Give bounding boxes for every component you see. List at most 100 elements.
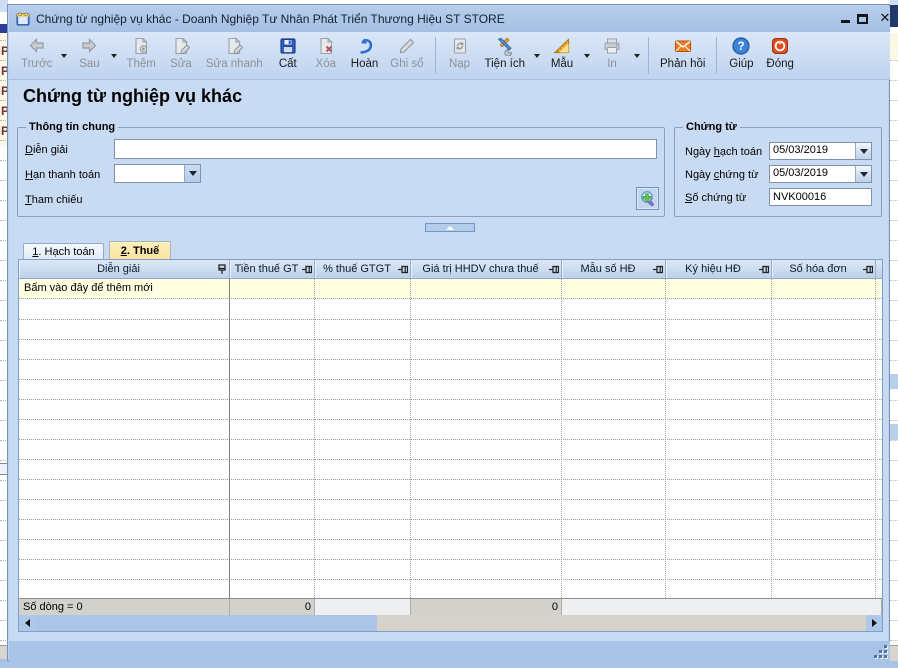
summary-row-count: Số dòng = 0 [19, 599, 230, 616]
reference-label: Tham chiếu [25, 194, 83, 206]
document-group-title: Chứng từ [683, 121, 740, 133]
column-header-6[interactable]: Ký hiệu HĐ [666, 260, 772, 278]
toolbar-button-label: Ghi sổ [390, 58, 423, 70]
chevron-down-icon [860, 172, 868, 177]
toolbar-separator [648, 37, 649, 74]
window-icon [15, 11, 31, 27]
chevron-down-icon [634, 54, 640, 58]
column-header-4[interactable]: Giá trị HHDV chưa thuế [411, 260, 562, 278]
column-header-5[interactable]: Mẫu số HĐ [562, 260, 666, 278]
toolbar-button-phan-hoi[interactable]: Phản hồi [654, 32, 711, 79]
chevron-up-icon [446, 226, 454, 230]
toolbar-button-label: Trước [21, 58, 52, 70]
summary-empty-cell [562, 599, 882, 616]
toolbar-separator [435, 37, 436, 74]
description-label: Diễn giải [25, 144, 68, 156]
delete-document-icon [316, 36, 336, 56]
payment-term-combobox[interactable] [114, 164, 201, 183]
toolbar-dropdown-truoc[interactable] [58, 46, 70, 66]
background-right-yellow-strip [890, 33, 898, 61]
document-date-picker[interactable]: 05/03/2019 [769, 165, 872, 183]
toolbar-button-label: Đóng [766, 58, 794, 70]
column-header-7[interactable]: Số hóa đơn [772, 260, 876, 278]
column-header-label: Mẫu số HĐ [564, 260, 652, 278]
maximize-button[interactable] [856, 12, 870, 26]
toolbar-button-label: Xóa [316, 58, 336, 70]
grid-body[interactable] [19, 299, 882, 598]
toolbar-button-label: Mẫu [551, 58, 573, 70]
close-button[interactable]: ✕ [878, 12, 892, 26]
document-number-label: Số chứng từ [685, 192, 746, 204]
add-reference-button[interactable] [636, 187, 659, 210]
column-header-label: Diễn giải [21, 260, 216, 278]
toolbar-dropdown-tien-ich[interactable] [531, 46, 543, 66]
posting-date-picker[interactable]: 05/03/2019 [769, 142, 872, 160]
tab-hach-toan[interactable]: 1. Hạch toán [23, 243, 104, 260]
posting-date-dropdown-button[interactable] [855, 143, 871, 159]
toolbar-button-giup[interactable]: ? Giúp [722, 32, 760, 79]
scroll-right-button[interactable] [866, 615, 882, 631]
edit-document-icon [171, 36, 191, 56]
title-bar[interactable]: Chứng từ nghiệp vụ khác - Doanh Nghiệp T… [9, 6, 890, 32]
toolbar-dropdown-sau[interactable] [108, 46, 120, 66]
toolbar-button-dong[interactable]: Đóng [760, 32, 800, 79]
horizontal-scrollbar[interactable] [19, 615, 882, 631]
printer-icon [602, 36, 622, 56]
document-date-label: Ngày chứng từ [685, 169, 758, 181]
scroll-left-icon [25, 619, 30, 627]
document-date-dropdown-button[interactable] [855, 166, 871, 182]
page-title: Chứng từ nghiệp vụ khác [23, 86, 242, 107]
column-header-1[interactable]: Diễn giải [19, 260, 230, 278]
summary-empty-cell [315, 599, 411, 616]
toolbar-button-tien-ich[interactable]: Tiện ích [479, 32, 531, 79]
chevron-down-icon [61, 54, 67, 58]
toolbar-button-label: Giúp [729, 58, 753, 70]
background-right-blue-band [890, 424, 898, 440]
column-header-label: Giá trị HHDV chưa thuế [413, 260, 548, 278]
grid-header-row: Diễn giải Tiền thuế GT% thuế GTGTGiá trị … [19, 260, 882, 279]
toolbar-dropdown-in[interactable] [631, 46, 643, 66]
toolbar-button-hoan[interactable]: Hoàn [345, 32, 385, 79]
scroll-right-icon [872, 619, 877, 627]
toolbar-button-cat[interactable]: Cất [269, 32, 307, 79]
toolbar-button-sua-nhanh: Sửa nhanh [200, 32, 269, 79]
collapse-panel-handle[interactable] [425, 223, 475, 232]
toolbar-button-label: Phản hồi [660, 58, 705, 70]
column-header-2[interactable]: Tiền thuế GT [230, 260, 315, 278]
toolbar-button-in: In [593, 32, 631, 79]
help-icon: ? [731, 36, 751, 56]
tab-strip: 1. Hạch toán 2. Thuế [18, 241, 883, 260]
window-title: Chứng từ nghiệp vụ khác - Doanh Nghiệp T… [36, 6, 505, 32]
scroll-left-button[interactable] [19, 615, 35, 631]
chevron-down-icon [111, 54, 117, 58]
toolbar-button-nap: Nạp [441, 32, 479, 79]
add-search-icon [639, 190, 656, 207]
summary-tax-total: 0 [230, 599, 315, 616]
background-right-blue-band [890, 374, 898, 389]
chevron-down-icon [584, 54, 590, 58]
payment-term-label: Hạn thanh toán [25, 169, 100, 181]
tab-thue[interactable]: 2. Thuế [109, 241, 171, 260]
arrow-left-icon [27, 36, 47, 56]
feedback-envelope-icon [673, 36, 693, 56]
toolbar-button-mau[interactable]: Mẫu [543, 32, 581, 79]
pencil-icon [397, 36, 417, 56]
background-left-pin-fragment [0, 463, 7, 475]
toolbar-button-sua: Sửa [162, 32, 200, 79]
chevron-down-icon [860, 149, 868, 154]
document-number-input[interactable]: NVK00016 [769, 188, 872, 206]
toolbar-dropdown-mau[interactable] [581, 46, 593, 66]
close-app-icon [770, 36, 790, 56]
column-header-3[interactable]: % thuế GTGT [315, 260, 411, 278]
resize-grip[interactable] [874, 645, 888, 659]
column-header-label: Số hóa đơn [774, 260, 862, 278]
minimize-button[interactable] [839, 12, 853, 26]
scrollbar-thumb[interactable] [35, 615, 377, 631]
chevron-down-icon [189, 171, 197, 176]
toolbar-button-sau: Sau [70, 32, 108, 79]
payment-term-dropdown-button[interactable] [184, 165, 200, 182]
tax-grid: Diễn giải Tiền thuế GT% thuế GTGTGiá trị … [18, 259, 883, 632]
toolbar-button-label: Thêm [126, 58, 155, 70]
description-input[interactable] [114, 139, 657, 159]
grid-new-row[interactable]: Bấm vào đây để thêm mới [19, 279, 882, 299]
